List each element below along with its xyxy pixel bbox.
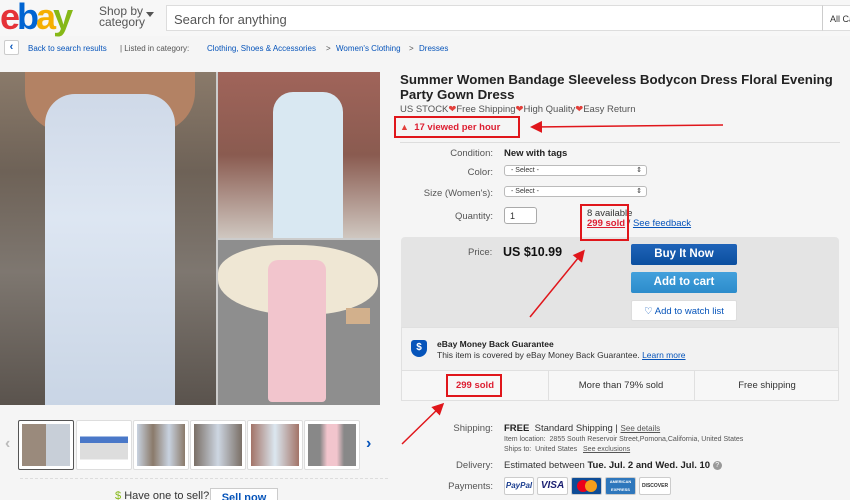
thumbnail[interactable] — [18, 420, 74, 470]
annotation-box-sold — [580, 204, 629, 241]
shipping-value: FREE Standard Shipping | See details — [504, 423, 661, 434]
delivery-label: Delivery: — [456, 460, 493, 471]
item-location: Item location: 2855 South Reservoir Stre… — [504, 436, 744, 443]
category-select[interactable]: All Categories — [822, 5, 850, 31]
thumbnail[interactable] — [190, 420, 246, 470]
thumbnail[interactable] — [247, 420, 303, 470]
help-icon[interactable]: ? — [712, 460, 722, 470]
paypal-icon: PayPal — [504, 477, 534, 495]
guarantee-text: This item is covered by eBay Money Back … — [437, 350, 686, 360]
stat-free-shipping: Free shipping — [738, 380, 796, 391]
size-label: Size (Women's): — [423, 188, 493, 199]
caret-down-icon — [146, 12, 154, 17]
header: ebay Shop by category Search for anythin… — [0, 0, 850, 36]
add-to-watchlist-button[interactable]: ♡ Add to watch list — [631, 300, 737, 321]
chevron-left-icon[interactable]: ‹ — [5, 435, 10, 453]
divider — [400, 142, 840, 143]
see-feedback-link[interactable]: See feedback — [633, 218, 691, 229]
discover-icon: DISCOVER — [639, 477, 671, 495]
product-title: Summer Women Bandage Sleeveless Bodycon … — [400, 72, 833, 102]
arrow — [401, 402, 445, 445]
size-select[interactable]: - Select - ⇕ — [504, 186, 647, 197]
thumbnail-strip: ‹ › — [0, 420, 390, 472]
see-details-link[interactable]: See details — [621, 424, 661, 433]
add-to-cart-button[interactable]: Add to cart — [631, 272, 737, 293]
ebay-logo[interactable]: ebay — [0, 0, 73, 35]
breadcrumb-womens-clothing[interactable]: Women's Clothing — [336, 44, 401, 53]
divider — [20, 478, 388, 479]
payments-label: Payments: — [448, 481, 493, 492]
updown-icon: ⇕ — [636, 188, 642, 195]
main-product-image[interactable] — [0, 72, 380, 405]
annotation-box-stat-sold — [446, 374, 502, 397]
search-input[interactable]: Search for anything — [166, 5, 826, 31]
color-select[interactable]: - Select - ⇕ — [504, 165, 647, 176]
dollar-icon: $ — [115, 490, 122, 500]
back-to-search-link[interactable]: Back to search results — [28, 44, 107, 53]
sell-prompt: $ Have one to sell? — [115, 490, 210, 500]
money-back-guarantee — [401, 327, 839, 371]
quantity-label: Quantity: — [454, 211, 493, 222]
updown-icon: ⇕ — [636, 167, 642, 174]
see-exclusions-link[interactable]: See exclusions — [583, 446, 630, 453]
condition-value: New with tags — [504, 148, 568, 159]
amex-icon: AMERICAN EXPRESS — [605, 477, 636, 495]
thumbnail[interactable] — [76, 420, 132, 470]
thumbnail[interactable] — [304, 420, 360, 470]
listed-in-label: | Listed in category: — [120, 44, 190, 53]
heart-icon: ❤ — [575, 104, 584, 115]
visa-icon: VISA — [537, 477, 568, 495]
price-label: Price: — [468, 247, 493, 258]
quantity-input[interactable]: 1 — [504, 207, 537, 224]
breadcrumb-dresses[interactable]: Dresses — [419, 44, 448, 53]
breadcrumb: ‹ Back to search results | Listed in cat… — [0, 38, 850, 58]
shield-dollar-icon: $ — [411, 340, 427, 357]
buy-it-now-button[interactable]: Buy It Now — [631, 244, 737, 265]
thumbnail[interactable] — [133, 420, 189, 470]
shop-by-category-button[interactable]: Shop by category — [99, 5, 154, 28]
price-value: US $10.99 — [503, 245, 563, 259]
annotation-box-views — [394, 116, 520, 138]
shipping-label: Shipping: — [453, 423, 493, 434]
arrow — [530, 120, 724, 133]
ships-to: Ships to: United States See exclusions — [504, 446, 631, 453]
product-subtitle: US STOCK❤Free Shipping❤High Quality❤Easy… — [400, 104, 636, 115]
color-label: Color: — [467, 167, 493, 178]
chevron-right-icon[interactable]: › — [366, 435, 371, 453]
buy-box — [401, 237, 839, 327]
condition-label: Condition: — [450, 148, 493, 159]
delivery-estimate: Estimated between Tue. Jul. 2 and Wed. J… — [504, 460, 722, 471]
breadcrumb-clothing[interactable]: Clothing, Shoes & Accessories — [207, 44, 316, 53]
chevron-left-icon[interactable]: ‹ — [4, 40, 19, 55]
heart-outline-icon: ♡ — [644, 306, 653, 317]
mastercard-icon — [571, 477, 602, 495]
stat-percent-sold: More than 79% sold — [578, 380, 664, 391]
sell-now-button[interactable]: Sell now — [210, 488, 278, 500]
guarantee-title: eBay Money Back Guarantee — [437, 339, 554, 349]
learn-more-link[interactable]: Learn more — [642, 350, 685, 360]
